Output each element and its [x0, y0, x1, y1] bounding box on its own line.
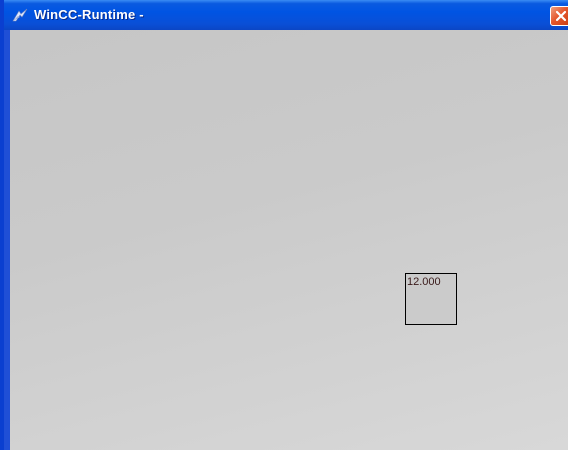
close-icon	[555, 10, 567, 22]
runtime-screen: 12.000	[10, 30, 568, 450]
io-field-value: 12.000	[407, 276, 441, 288]
title-bar[interactable]: WinCC-Runtime -	[4, 0, 568, 30]
close-button[interactable]	[550, 6, 568, 26]
app-window: WinCC-Runtime - 12.000	[0, 0, 568, 450]
io-field[interactable]: 12.000	[405, 273, 457, 325]
wincc-app-icon	[12, 8, 28, 22]
window-title: WinCC-Runtime -	[34, 7, 144, 22]
